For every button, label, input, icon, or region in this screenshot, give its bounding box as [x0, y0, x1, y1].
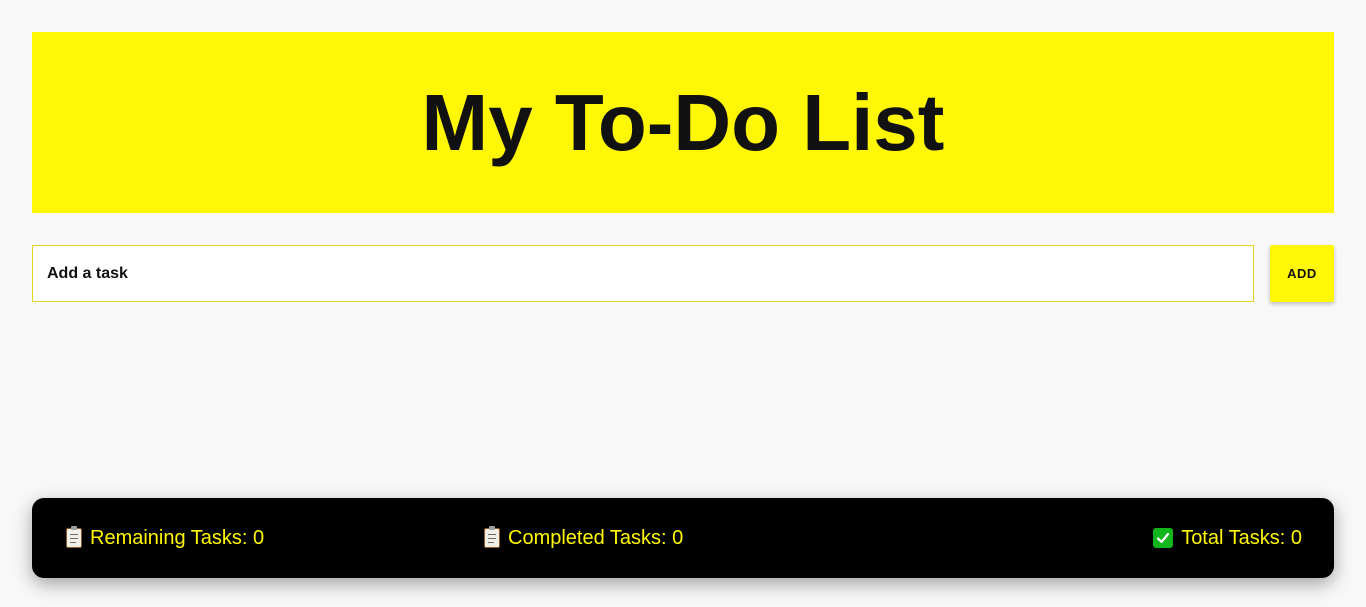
check-mark-icon: [1153, 528, 1174, 548]
total-tasks-stat: Total Tasks: 0: [1153, 498, 1302, 578]
clipboard-icon: [66, 526, 82, 548]
page-title: My To-Do List: [421, 77, 945, 167]
clipboard-icon: [484, 526, 500, 548]
remaining-tasks-label: Remaining Tasks: 0: [90, 526, 265, 549]
completed-tasks-label: Completed Tasks: 0: [508, 526, 684, 549]
app-header: My To-Do List: [32, 32, 1334, 213]
completed-tasks-stat: Completed Tasks: 0: [484, 498, 683, 578]
todo-app: My To-Do List ADD Remaining Tasks: 0: [0, 0, 1366, 607]
total-tasks-label: Total Tasks: 0: [1181, 526, 1302, 549]
task-input[interactable]: [32, 245, 1254, 302]
remaining-tasks-stat: Remaining Tasks: 0: [66, 498, 264, 578]
add-task-button[interactable]: ADD: [1270, 245, 1334, 302]
task-stats-bar: Remaining Tasks: 0 Completed Tasks: 0 To…: [32, 498, 1334, 578]
